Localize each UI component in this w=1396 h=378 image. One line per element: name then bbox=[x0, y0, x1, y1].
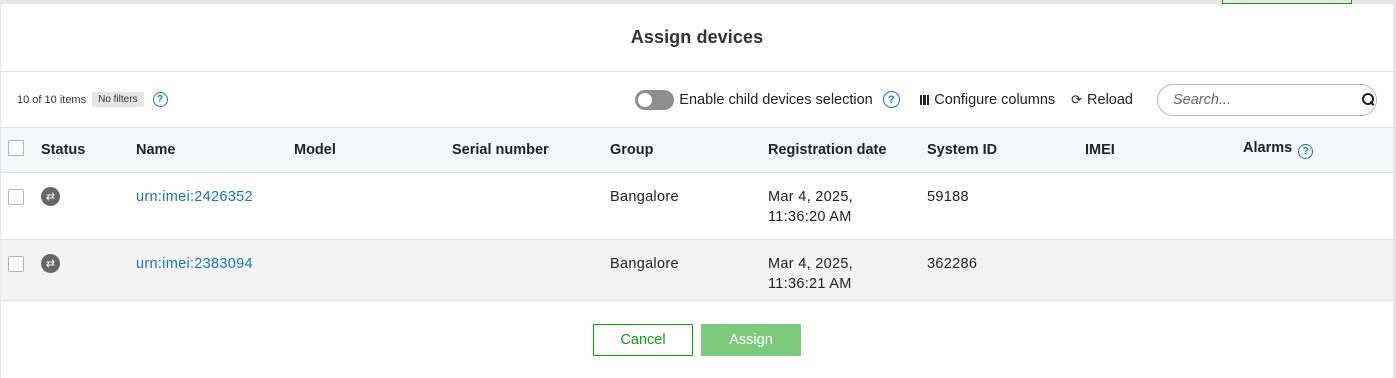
sync-icon: ⇄ bbox=[41, 253, 60, 273]
column-header-group[interactable]: Group bbox=[610, 128, 768, 172]
reload-icon: ⟳ bbox=[1071, 91, 1083, 107]
column-header-registration-date[interactable]: Registration date bbox=[768, 128, 927, 172]
configure-columns-label: Configure columns bbox=[934, 91, 1056, 108]
child-devices-toggle-group: Enable child devices selection ? bbox=[635, 89, 900, 110]
row-select-cell bbox=[1, 239, 41, 300]
row-checkbox[interactable] bbox=[8, 188, 24, 205]
alarms-help-icon[interactable]: ? bbox=[1298, 144, 1314, 160]
model-cell bbox=[294, 239, 452, 300]
grid-toolbar: 10 of 10 items No filters ? Enable child… bbox=[1, 72, 1393, 128]
select-all-checkbox[interactable] bbox=[8, 139, 24, 156]
name-cell: urn:imei:2426352 bbox=[136, 172, 294, 239]
assign-button[interactable]: Assign bbox=[701, 324, 801, 356]
reload-button[interactable]: ⟳ Reload bbox=[1071, 92, 1133, 108]
alarms-header-label: Alarms bbox=[1243, 140, 1293, 157]
registration-time: 11:36:20 AM bbox=[768, 208, 852, 225]
imei-cell bbox=[1085, 172, 1243, 239]
search-input[interactable] bbox=[1173, 91, 1362, 108]
dialog-title: Assign devices bbox=[630, 27, 764, 47]
column-header-model[interactable]: Model bbox=[294, 128, 452, 172]
column-header-system-id[interactable]: System ID bbox=[927, 128, 1085, 172]
columns-icon bbox=[919, 94, 930, 105]
toggle-label: Enable child devices selection bbox=[679, 91, 873, 108]
dialog-footer: Cancel Assign bbox=[1, 308, 1393, 378]
cancel-button[interactable]: Cancel bbox=[593, 324, 693, 356]
dialog-header: Assign devices bbox=[1, 4, 1393, 72]
items-count: 10 of 10 items bbox=[17, 93, 87, 106]
row-select-cell bbox=[1, 172, 41, 239]
filters-badge: No filters bbox=[92, 92, 144, 107]
serial-cell bbox=[452, 172, 610, 239]
reload-label: Reload bbox=[1087, 91, 1133, 108]
devices-table: Status Name Model Serial number Group Re… bbox=[1, 128, 1393, 301]
serial-cell bbox=[452, 239, 610, 300]
group-cell: Bangalore bbox=[610, 255, 679, 272]
imei-cell bbox=[1085, 239, 1243, 300]
toggle-knob bbox=[638, 92, 653, 107]
table-row: ⇄ urn:imei:2383094 Bangalore Mar 4, 2025… bbox=[1, 239, 1393, 300]
search-icon[interactable] bbox=[1362, 93, 1374, 106]
registration-date: Mar 4, 2025, bbox=[768, 255, 854, 272]
alarms-cell bbox=[1243, 172, 1393, 239]
device-name-link[interactable]: urn:imei:2426352 bbox=[136, 189, 253, 205]
assign-devices-dialog: Assign devices 10 of 10 items No filters… bbox=[1, 4, 1393, 378]
status-cell: ⇄ bbox=[41, 172, 136, 239]
child-devices-toggle[interactable] bbox=[635, 89, 675, 110]
registration-date-cell: Mar 4, 2025, 11:36:20 AM bbox=[768, 172, 927, 239]
system-id-cell: 362286 bbox=[927, 255, 978, 272]
column-header-imei[interactable]: IMEI bbox=[1085, 128, 1243, 172]
sync-icon: ⇄ bbox=[41, 186, 60, 206]
help-icon[interactable]: ? bbox=[152, 92, 168, 107]
registration-time: 11:36:21 AM bbox=[768, 275, 852, 292]
name-cell: urn:imei:2383094 bbox=[136, 239, 294, 300]
column-header-serial-number[interactable]: Serial number bbox=[452, 128, 610, 172]
header-select-all-cell bbox=[1, 128, 41, 172]
system-id-cell: 59188 bbox=[927, 188, 969, 205]
alarms-cell bbox=[1243, 239, 1393, 300]
column-header-alarms[interactable]: Alarms ? bbox=[1243, 128, 1393, 172]
status-cell: ⇄ bbox=[41, 239, 136, 300]
device-name-link[interactable]: urn:imei:2383094 bbox=[136, 256, 253, 272]
row-checkbox[interactable] bbox=[8, 255, 24, 272]
table-row: ⇄ urn:imei:2426352 Bangalore Mar 4, 2025… bbox=[1, 172, 1393, 239]
column-header-status[interactable]: Status bbox=[41, 128, 136, 172]
group-cell: Bangalore bbox=[610, 188, 679, 205]
child-selection-help-icon[interactable]: ? bbox=[882, 91, 900, 108]
search-box bbox=[1157, 83, 1377, 116]
model-cell bbox=[294, 172, 452, 239]
table-header-row: Status Name Model Serial number Group Re… bbox=[1, 128, 1393, 172]
registration-date-cell: Mar 4, 2025, 11:36:21 AM bbox=[768, 239, 927, 300]
column-header-name[interactable]: Name bbox=[136, 128, 294, 172]
registration-date: Mar 4, 2025, bbox=[768, 188, 854, 205]
configure-columns-button[interactable]: Configure columns bbox=[919, 91, 1056, 108]
